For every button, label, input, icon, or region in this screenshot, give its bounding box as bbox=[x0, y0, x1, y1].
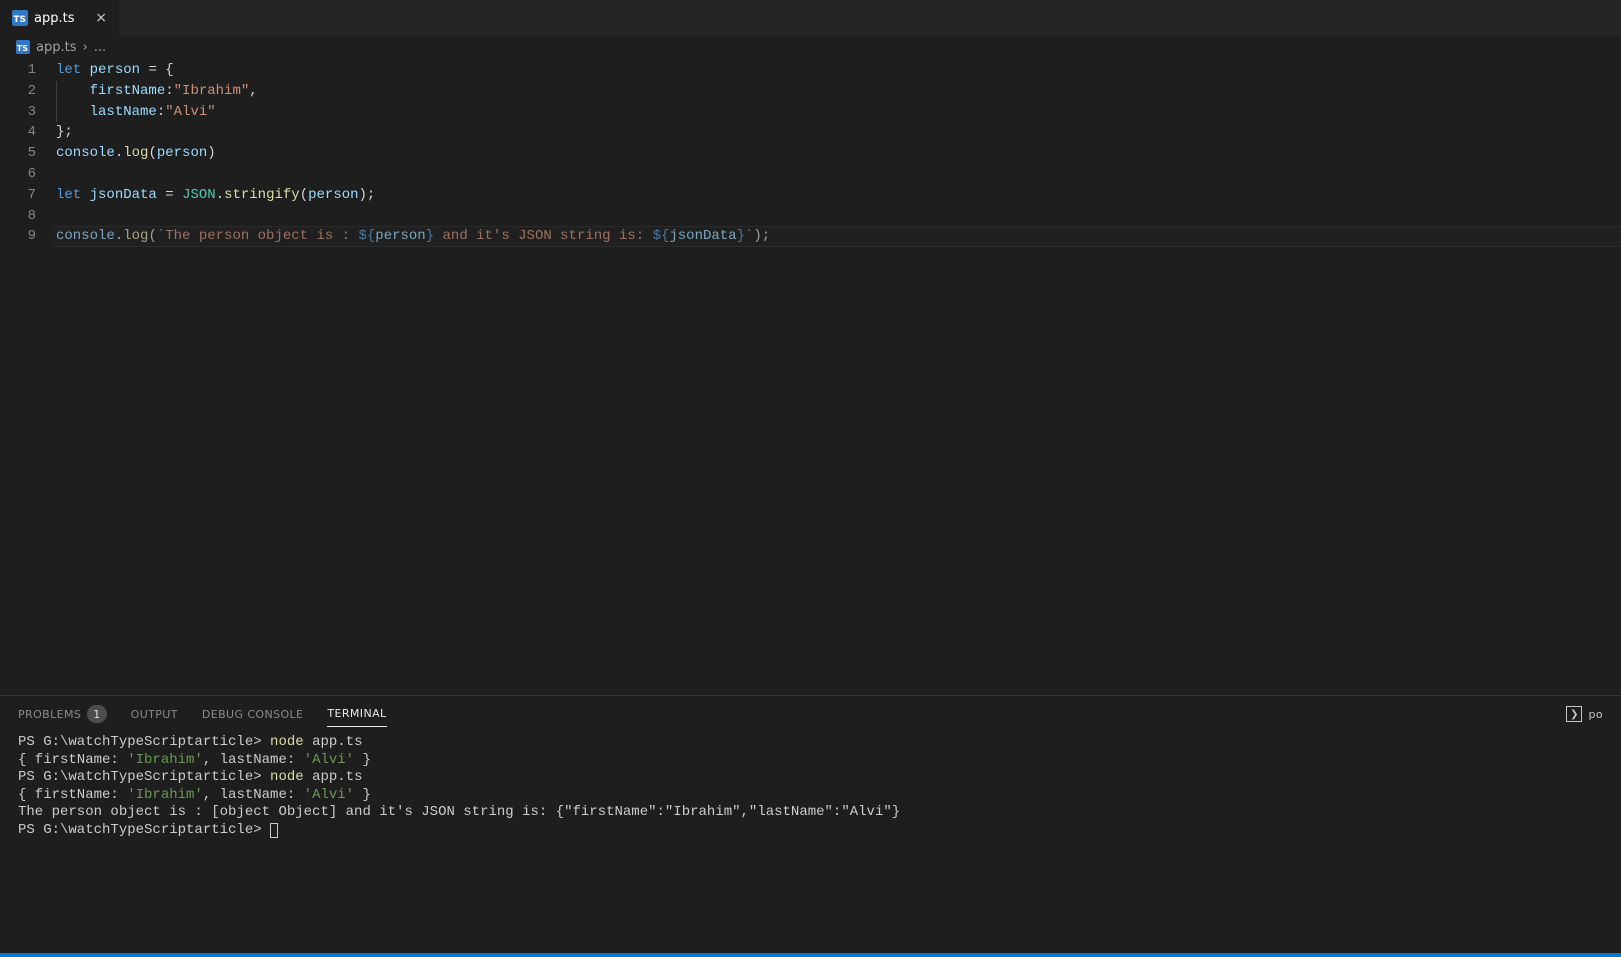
terminal-line: { firstName: 'Ibrahim', lastName: 'Alvi'… bbox=[18, 752, 1603, 770]
terminal-line: PS G:\watchTypeScriptarticle> node app.t… bbox=[18, 734, 1603, 752]
tab-terminal[interactable]: TERMINAL bbox=[327, 701, 386, 727]
close-icon[interactable]: × bbox=[95, 10, 107, 26]
terminal-cursor bbox=[270, 823, 278, 838]
tab-output[interactable]: OUTPUT bbox=[131, 702, 178, 727]
typescript-file-icon: TS bbox=[12, 10, 28, 26]
panel-tabs: PROBLEMS 1 OUTPUT DEBUG CONSOLE TERMINAL… bbox=[0, 696, 1621, 732]
line-number: 6 bbox=[0, 164, 36, 185]
terminal-line: { firstName: 'Ibrahim', lastName: 'Alvi'… bbox=[18, 787, 1603, 805]
status-bar[interactable] bbox=[0, 953, 1621, 957]
terminal-output[interactable]: PS G:\watchTypeScriptarticle> node app.t… bbox=[0, 732, 1621, 953]
tab-file-name: app.ts bbox=[34, 11, 74, 26]
line-number: 2 bbox=[0, 81, 36, 102]
terminal-line: PS G:\watchTypeScriptarticle> bbox=[18, 822, 1603, 840]
tab-debug-console-label: DEBUG CONSOLE bbox=[202, 708, 304, 721]
tab-debug-console[interactable]: DEBUG CONSOLE bbox=[202, 702, 304, 727]
line-number: 4 bbox=[0, 122, 36, 143]
editor-tab-app-ts[interactable]: TS app.ts × bbox=[0, 0, 120, 36]
breadcrumb[interactable]: TS app.ts › ... bbox=[0, 36, 1621, 58]
code-line[interactable]: firstName:"Ibrahim", bbox=[56, 81, 1621, 102]
line-number: 9 bbox=[0, 226, 36, 247]
terminal-line: The person object is : [object Object] a… bbox=[18, 804, 1603, 822]
line-number: 1 bbox=[0, 60, 36, 81]
terminal-launch-icon[interactable]: ❯ bbox=[1566, 706, 1582, 722]
code-line[interactable]: let jsonData = JSON.stringify(person); bbox=[56, 185, 1621, 206]
code-line[interactable]: console.log(`The person object is : ${pe… bbox=[56, 226, 1621, 247]
editor-tab-bar: TS app.ts × bbox=[0, 0, 1621, 36]
code-line[interactable]: console.log(person) bbox=[56, 143, 1621, 164]
breadcrumb-ellipsis: ... bbox=[94, 40, 106, 55]
line-number: 3 bbox=[0, 102, 36, 123]
code-line[interactable]: let person = { bbox=[56, 60, 1621, 81]
breadcrumb-filename: app.ts bbox=[36, 40, 76, 55]
line-number-gutter: 123456789 bbox=[0, 60, 56, 695]
tab-problems-label: PROBLEMS bbox=[18, 708, 81, 721]
bottom-panel: PROBLEMS 1 OUTPUT DEBUG CONSOLE TERMINAL… bbox=[0, 695, 1621, 953]
code-line[interactable]: }; bbox=[56, 122, 1621, 143]
line-number: 5 bbox=[0, 143, 36, 164]
typescript-file-icon: TS bbox=[16, 40, 30, 54]
problems-count-badge: 1 bbox=[87, 705, 106, 723]
code-area[interactable]: let person = { firstName:"Ibrahim", last… bbox=[56, 60, 1621, 695]
code-editor[interactable]: 123456789 let person = { firstName:"Ibra… bbox=[0, 58, 1621, 695]
terminal-line: PS G:\watchTypeScriptarticle> node app.t… bbox=[18, 769, 1603, 787]
line-number: 8 bbox=[0, 206, 36, 227]
panel-actions: ❯ po bbox=[1566, 706, 1603, 722]
code-line[interactable] bbox=[56, 164, 1621, 185]
line-number: 7 bbox=[0, 185, 36, 206]
tab-problems[interactable]: PROBLEMS 1 bbox=[18, 699, 107, 729]
tab-terminal-label: TERMINAL bbox=[327, 707, 386, 720]
code-line[interactable] bbox=[56, 206, 1621, 227]
panel-action-label: po bbox=[1588, 708, 1603, 721]
breadcrumb-separator: › bbox=[82, 40, 87, 55]
tab-output-label: OUTPUT bbox=[131, 708, 178, 721]
code-line[interactable]: lastName:"Alvi" bbox=[56, 102, 1621, 123]
